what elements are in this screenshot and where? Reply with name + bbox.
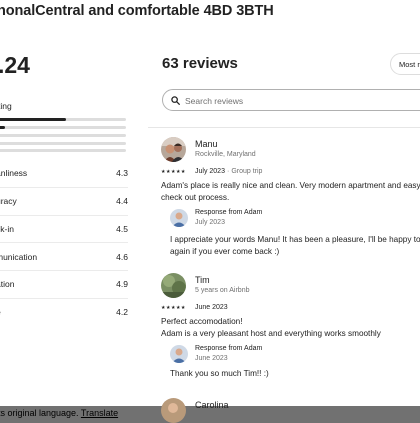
category-score: 4.5 [116,223,128,234]
host-response-text: I appreciate your words Manu! It has bee… [170,235,420,256]
review-date: June 2023 [195,304,228,311]
search-reviews-box[interactable] [162,89,420,111]
star-rating: ★★★★★ [161,169,186,175]
category-accuracy: uracy 4.4 [0,188,128,216]
reviews-modal: nonalCentral and comfortable 4BD 3BTH .2… [0,0,420,406]
next-reviewer-avatar[interactable] [161,398,186,423]
response-from: Response from Adam [195,209,263,216]
category-check-in: ck-in 4.5 [0,216,128,244]
header-divider [148,127,420,128]
reviewer-avatar[interactable] [161,137,186,162]
category-label: anliness [0,168,28,179]
star-rating: ★★★★★ [161,305,186,311]
review-date: July 2023 [195,168,225,175]
host-avatar[interactable] [170,345,188,363]
review-text: Adam's place is really nice and clean. V… [161,181,420,202]
rating-bar-5 [0,118,126,121]
category-label: ck-in [0,223,14,234]
review-text: Perfect accomodation! Adam is a very ple… [161,317,381,338]
category-value: e 4.2 [0,299,128,326]
category-label: munication [0,251,38,262]
category-score: 4.9 [116,279,128,290]
response-from: Response from Adam [195,345,263,352]
category-score: 4.3 [116,168,128,179]
search-input[interactable] [183,92,387,110]
response-date: July 2023 [195,219,225,226]
next-reviewer-name: Carolina [195,400,229,410]
response-date: June 2023 [195,355,228,362]
rating-bar-2 [0,142,126,145]
category-score: 4.6 [116,251,128,262]
rating-bar-1 [0,149,126,152]
overall-rating: .24 [0,52,30,78]
category-label: e [0,307,1,317]
translate-link[interactable]: Translate [81,408,118,418]
host-avatar[interactable] [170,209,188,227]
rating-distribution-label: ting [0,101,12,111]
category-cleanliness: anliness 4.3 [0,160,128,188]
review-meta: July 2023 · Group trip [195,168,263,175]
rating-bar-4 [0,126,126,129]
category-score: 4.2 [116,307,128,318]
listing-title: nonalCentral and comfortable 4BD 3BTH [0,0,417,22]
rating-bar-3 [0,134,126,137]
category-ratings: anliness 4.3 uracy 4.4 ck-in 4.5 municat… [0,160,128,326]
sort-reviews-button[interactable]: Most re [390,53,420,75]
reviewer-tenure: 5 years on Airbnb [195,287,250,294]
trip-type: Group trip [231,168,263,175]
review-meta: June 2023 [195,304,228,311]
category-score: 4.4 [116,196,128,207]
category-location: ation 4.9 [0,271,128,299]
search-icon [171,96,180,105]
category-label: ation [0,279,15,290]
reviewer-name: Manu [195,139,218,149]
reviewer-avatar[interactable] [161,273,186,298]
reviews-count-title: 63 reviews [162,55,238,72]
reviewer-location: Rockville, Maryland [195,151,256,158]
reviewer-name: Tim [195,275,210,285]
category-communication: munication 4.6 [0,243,128,271]
host-response-text: Thank you so much Tim!! :) [170,369,269,378]
translate-note: its original language. Translate [0,408,119,418]
category-label: uracy [0,196,17,207]
